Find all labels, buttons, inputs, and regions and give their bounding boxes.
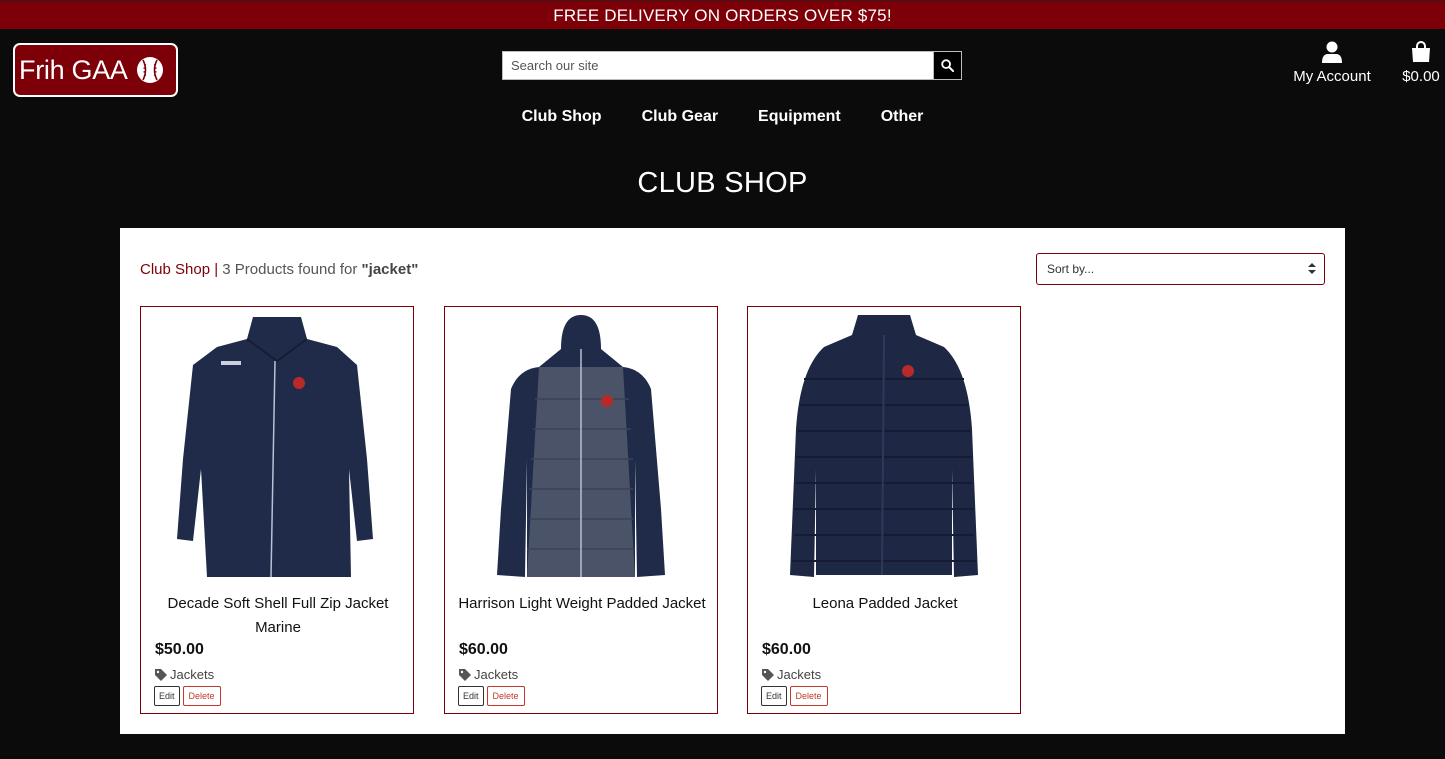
edit-button[interactable]: Edit: [761, 686, 787, 706]
product-actions: Edit Delete: [154, 686, 221, 706]
category-label: Jackets: [170, 667, 215, 682]
product-actions: Edit Delete: [458, 686, 525, 706]
product-card[interactable]: Leona Padded Jacket $60.00 Jackets Edit …: [747, 306, 1021, 714]
delete-button[interactable]: Delete: [486, 686, 525, 706]
product-category[interactable]: Jackets: [762, 667, 821, 682]
product-image[interactable]: [161, 309, 393, 581]
shopping-bag-icon: [1412, 41, 1430, 62]
user-icon: [1322, 41, 1342, 63]
my-account-label: My Account: [1293, 68, 1371, 85]
product-name[interactable]: Harrison Light Weight Padded Jacket: [455, 592, 709, 616]
delete-button[interactable]: Delete: [789, 686, 828, 706]
breadcrumb-club-shop[interactable]: Club Shop: [140, 261, 210, 278]
nav-other[interactable]: Other: [861, 108, 944, 126]
product-image[interactable]: [465, 309, 697, 581]
results-summary: Club Shop | 3 Products found for "jacket…: [140, 261, 418, 278]
tag-icon: [762, 668, 774, 681]
product-panel: Club Shop | 3 Products found for "jacket…: [120, 228, 1345, 734]
product-price: $60.00: [459, 641, 508, 658]
search-query: "jacket": [361, 261, 419, 278]
search-form: [502, 51, 962, 80]
sort-select[interactable]: Sort by...: [1036, 253, 1325, 285]
edit-button[interactable]: Edit: [154, 686, 180, 706]
product-card[interactable]: Harrison Light Weight Padded Jacket $60.…: [444, 306, 718, 714]
edit-button[interactable]: Edit: [458, 686, 484, 706]
category-label: Jackets: [777, 667, 822, 682]
nav-equipment[interactable]: Equipment: [738, 108, 861, 126]
main-nav: Club Shop Club Gear Equipment Other: [0, 108, 1445, 126]
product-category[interactable]: Jackets: [459, 667, 518, 682]
product-name[interactable]: Decade Soft Shell Full Zip Jacket Marine: [151, 592, 405, 640]
breadcrumb-separator: |: [210, 261, 223, 278]
product-image[interactable]: [768, 309, 1000, 581]
product-price: $50.00: [155, 641, 204, 658]
category-label: Jackets: [474, 667, 519, 682]
product-name[interactable]: Leona Padded Jacket: [758, 592, 1012, 616]
search-input[interactable]: [502, 51, 933, 80]
sort-selected: Sort by...: [1047, 262, 1095, 276]
delivery-banner: FREE DELIVERY ON ORDERS OVER $75!: [0, 0, 1445, 29]
search-icon: [941, 59, 954, 72]
tag-icon: [459, 668, 471, 681]
nav-club-gear[interactable]: Club Gear: [622, 108, 738, 126]
search-button[interactable]: [933, 51, 962, 80]
nav-club-shop[interactable]: Club Shop: [502, 108, 622, 126]
my-account-link[interactable]: My Account: [1286, 40, 1378, 85]
delete-button[interactable]: Delete: [182, 686, 221, 706]
logo-text: Frih GAA: [19, 54, 128, 85]
shopping-bag-link[interactable]: $0.00: [1397, 40, 1445, 85]
product-category[interactable]: Jackets: [155, 667, 214, 682]
bag-total: $0.00: [1402, 68, 1440, 85]
product-actions: Edit Delete: [761, 686, 828, 706]
site-logo[interactable]: Frih GAA: [13, 43, 178, 97]
product-card[interactable]: Decade Soft Shell Full Zip Jacket Marine…: [140, 306, 414, 714]
tag-icon: [155, 668, 167, 681]
product-price: $60.00: [762, 641, 811, 658]
sliotar-ball-icon: [136, 57, 163, 83]
page-title: CLUB SHOP: [637, 167, 808, 199]
results-count: 3 Products found for: [222, 261, 362, 278]
select-arrows-icon: [1308, 263, 1316, 274]
